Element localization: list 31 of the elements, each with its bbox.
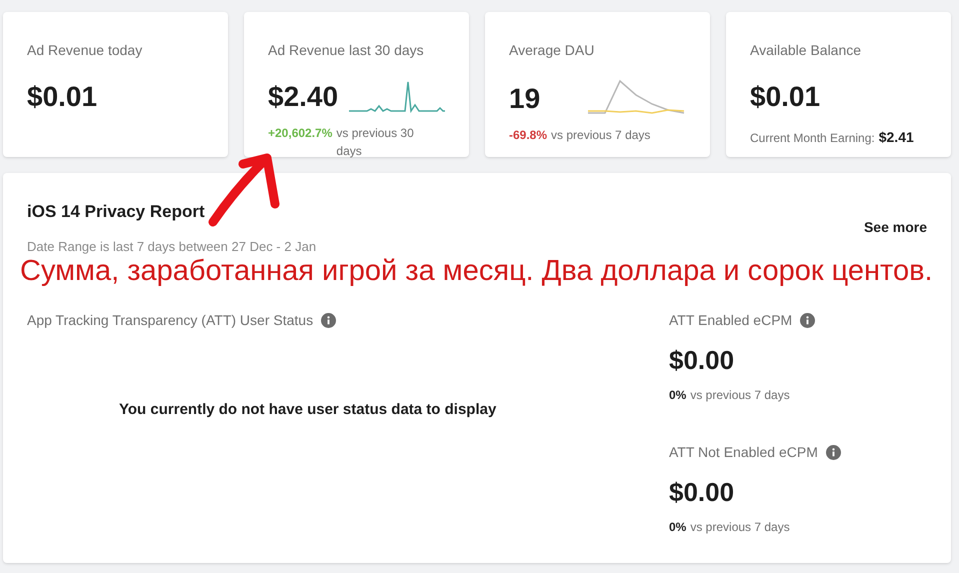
see-more-link[interactable]: See more <box>864 217 927 238</box>
annotation-text: Сумма, заработанная игрой за месяц. Два доллара и сорок центов. <box>20 256 933 286</box>
note-value: $2.41 <box>878 128 914 147</box>
metric-value: $0.00 <box>669 476 736 509</box>
comparison-text: vs previous 7 days <box>690 387 790 404</box>
card-value: $2.40 <box>268 80 338 114</box>
comparison-text: vs previous 7 days <box>690 519 790 536</box>
card-title: Average DAU <box>509 41 596 60</box>
report-subtitle: Date Range is last 7 days between 27 Dec - 2 Jan <box>27 238 316 256</box>
change-percent: 0% <box>669 387 686 404</box>
section-label: App Tracking Transparency (ATT) User Status <box>27 311 314 330</box>
comparison-text: vs previous 7 days <box>551 127 650 144</box>
change-percent: 0% <box>669 519 686 536</box>
change-percent: -69.8% <box>509 127 548 144</box>
note-label: Current Month Earning: <box>750 130 875 147</box>
card-value: $0.01 <box>27 80 98 114</box>
card-value: $0.01 <box>750 80 820 114</box>
metric-label: ATT Not Enabled eCPM <box>669 443 818 462</box>
card-title: Ad Revenue last 30 days <box>268 41 425 60</box>
info-icon[interactable] <box>826 445 841 460</box>
info-icon[interactable] <box>800 313 816 328</box>
report-title: iOS 14 Privacy Report <box>27 201 206 223</box>
metric-value: $0.00 <box>669 344 736 377</box>
card-title: Ad Revenue today <box>27 41 144 60</box>
metric-label: ATT Enabled eCPM <box>669 311 792 330</box>
info-icon[interactable] <box>321 313 336 328</box>
empty-message: You currently do not have user status data to display <box>119 400 498 420</box>
card-title: Available Balance <box>750 41 862 60</box>
comparison-text: vs previous 30 days <box>336 125 415 160</box>
card-value: 19 <box>509 82 540 116</box>
change-percent: +20,602.7% <box>268 125 332 142</box>
